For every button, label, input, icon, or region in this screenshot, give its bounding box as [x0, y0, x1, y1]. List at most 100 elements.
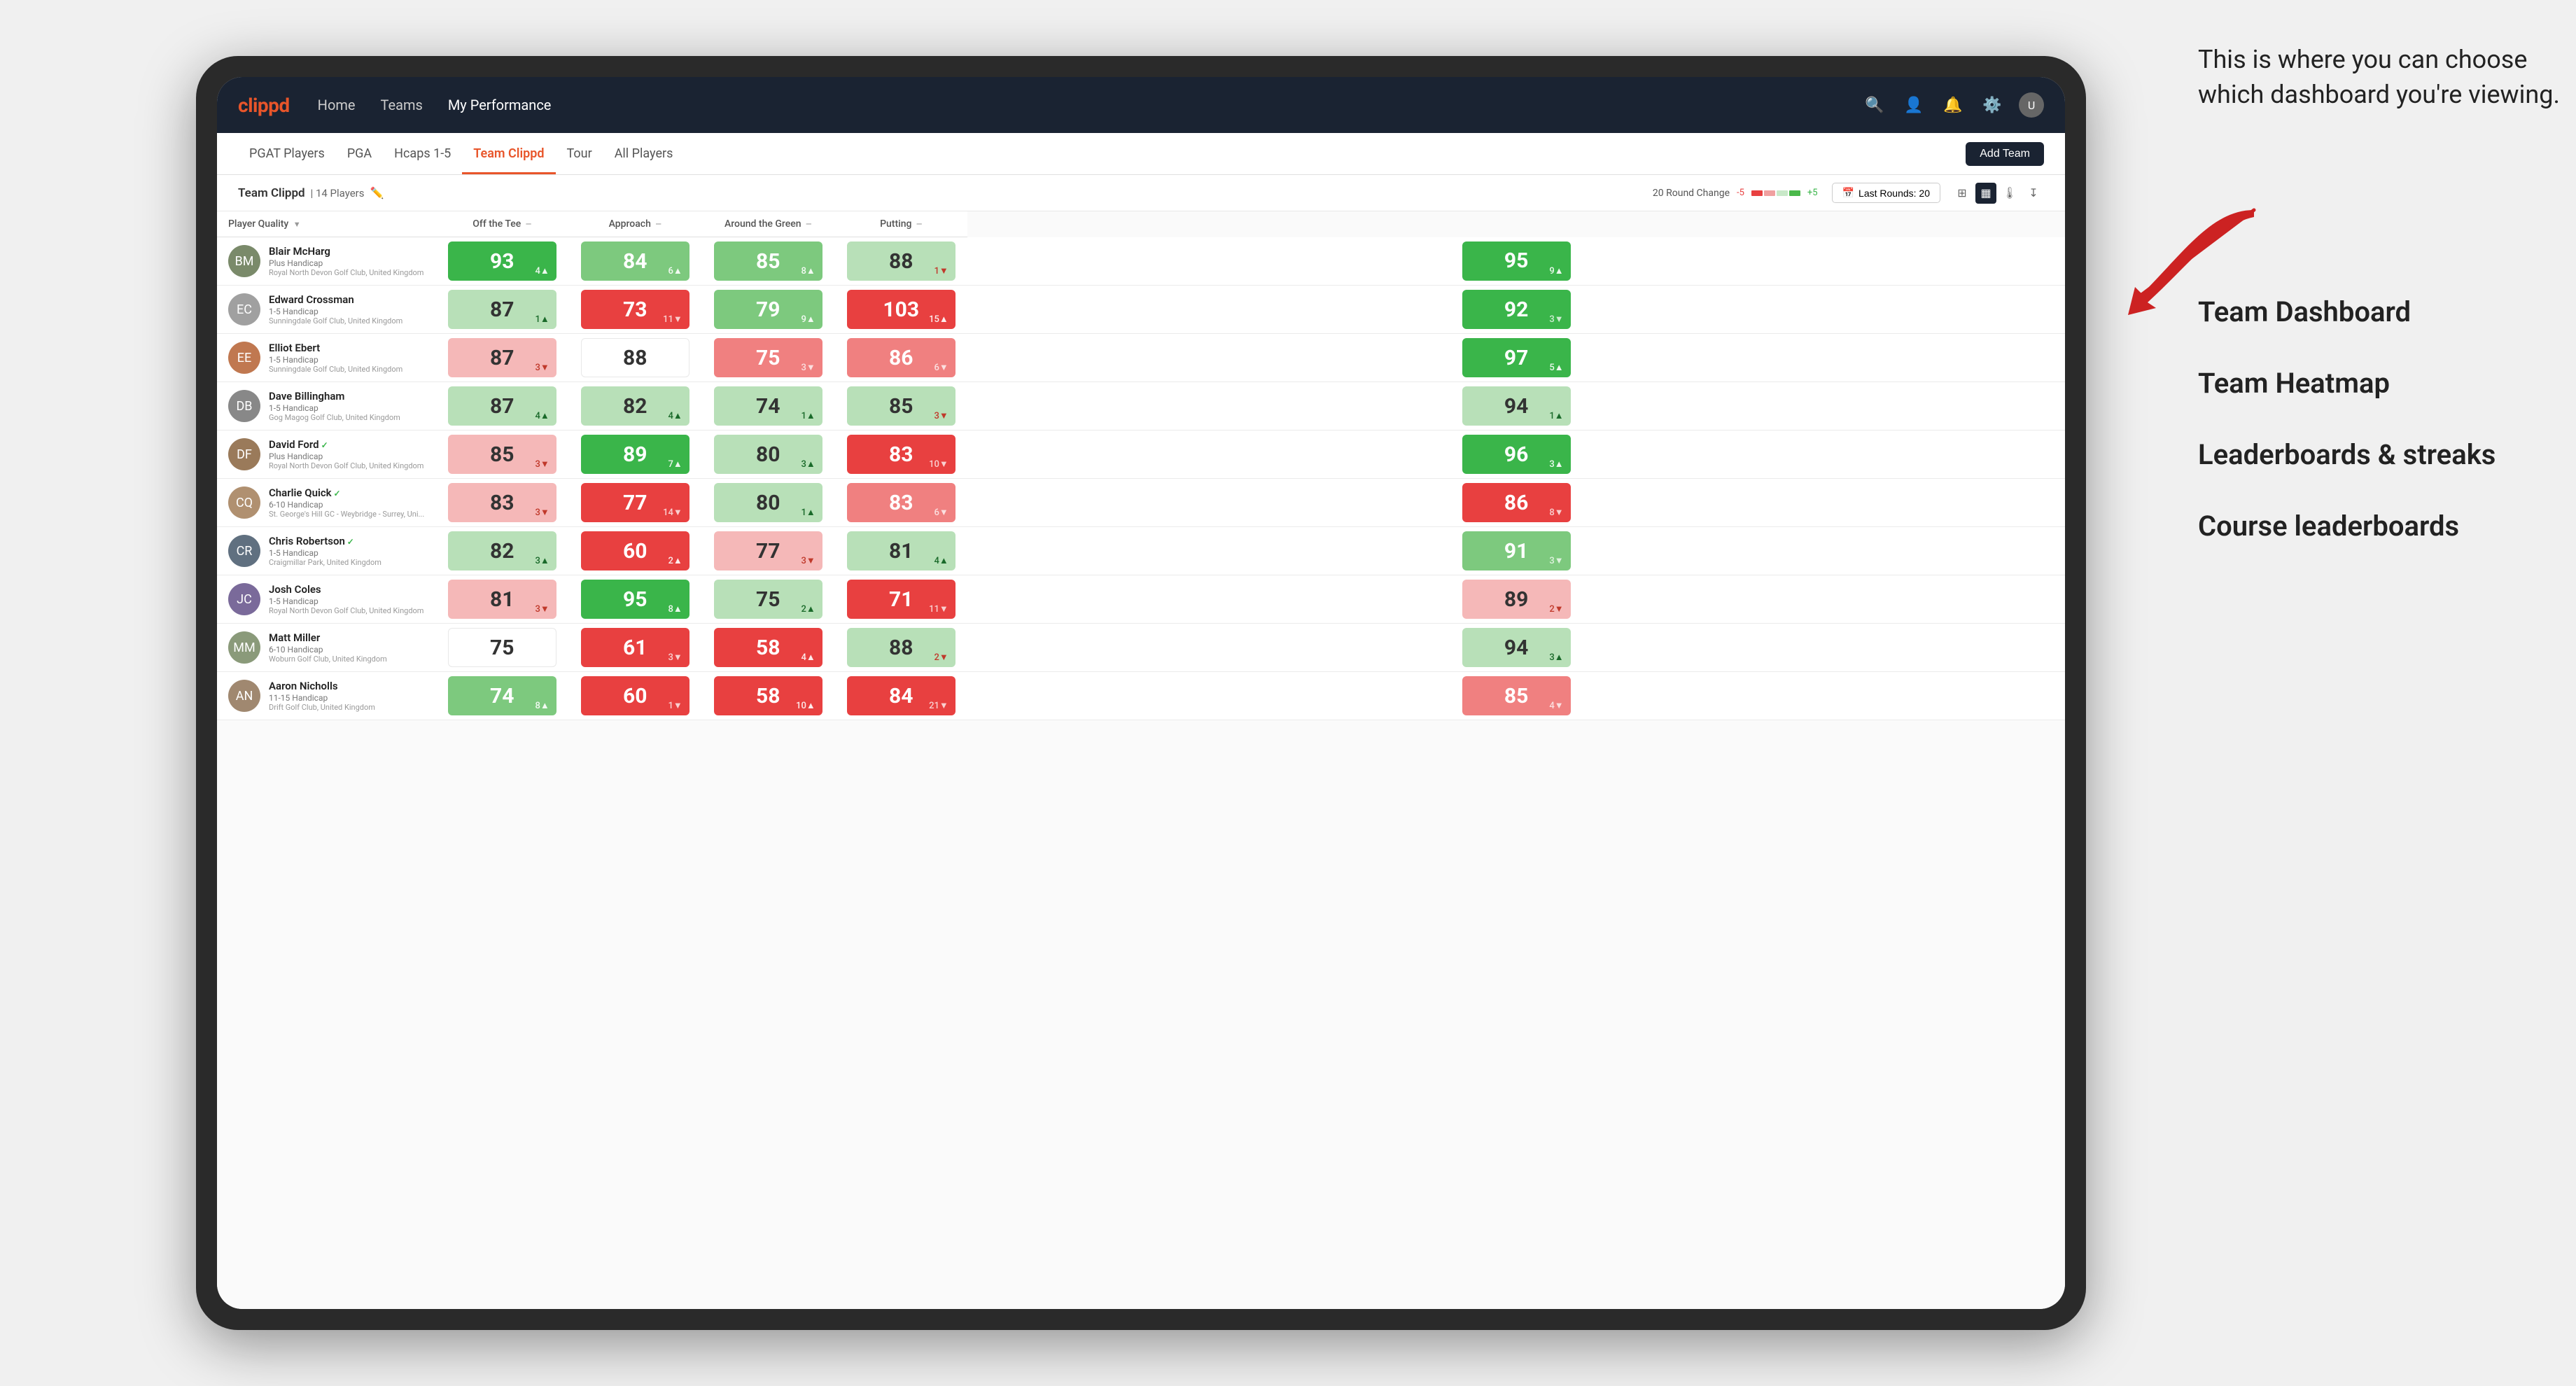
- player-cell[interactable]: DFDavid Ford ✓Plus HandicapRoyal North D…: [217, 430, 435, 479]
- nav-home[interactable]: Home: [318, 94, 356, 116]
- grid-view-button[interactable]: ⊞: [1952, 183, 1973, 204]
- score-cell-around-green[interactable]: 814▲: [834, 527, 967, 575]
- score-cell-putting[interactable]: 943▲: [967, 624, 2065, 672]
- player-cell[interactable]: ECEdward Crossman1-5 HandicapSunningdale…: [217, 286, 435, 334]
- table-row[interactable]: CRChris Robertson ✓1-5 HandicapCraigmill…: [217, 527, 2065, 575]
- score-cell-putting[interactable]: 963▲: [967, 430, 2065, 479]
- score-cell-player-quality[interactable]: 813▼: [435, 575, 568, 624]
- player-cell[interactable]: ANAaron Nicholls11-15 HandicapDrift Golf…: [217, 672, 435, 720]
- table-row[interactable]: BMBlair McHargPlus HandicapRoyal North D…: [217, 237, 2065, 286]
- score-cell-putting[interactable]: 892▼: [967, 575, 2065, 624]
- player-cell[interactable]: CQCharlie Quick ✓6-10 HandicapSt. George…: [217, 479, 435, 527]
- score-cell-player-quality[interactable]: 75: [435, 624, 568, 672]
- score-cell-off-tee[interactable]: 613▼: [568, 624, 701, 672]
- table-row[interactable]: MMMatt Miller6-10 HandicapWoburn Golf Cl…: [217, 624, 2065, 672]
- last-rounds-button[interactable]: 📅 Last Rounds: 20: [1832, 183, 1940, 203]
- score-cell-putting[interactable]: 941▲: [967, 382, 2065, 430]
- search-icon[interactable]: 🔍: [1862, 92, 1887, 118]
- settings-icon[interactable]: ⚙️: [1980, 92, 2005, 118]
- score-cell-putting[interactable]: 913▼: [967, 527, 2065, 575]
- score-cell-off-tee[interactable]: 7714▼: [568, 479, 701, 527]
- score-cell-player-quality[interactable]: 823▲: [435, 527, 568, 575]
- table-row[interactable]: EEElliot Ebert1-5 HandicapSunningdale Go…: [217, 334, 2065, 382]
- tab-pga[interactable]: PGA: [336, 133, 383, 174]
- round-change-label: 20 Round Change: [1653, 188, 1730, 199]
- col-header-off-tee[interactable]: Off the Tee —: [435, 211, 568, 237]
- player-cell[interactable]: EEElliot Ebert1-5 HandicapSunningdale Go…: [217, 334, 435, 382]
- score-cell-off-tee[interactable]: 846▲: [568, 237, 701, 286]
- score-cell-around-green[interactable]: 836▼: [834, 479, 967, 527]
- score-cell-around-green[interactable]: 881▼: [834, 237, 967, 286]
- score-cell-approach[interactable]: 753▼: [701, 334, 834, 382]
- score-cell-player-quality[interactable]: 871▲: [435, 286, 568, 334]
- col-header-approach[interactable]: Approach —: [568, 211, 701, 237]
- score-cell-approach[interactable]: 803▲: [701, 430, 834, 479]
- score-cell-around-green[interactable]: 10315▲: [834, 286, 967, 334]
- table-row[interactable]: DBDave Billingham1-5 HandicapGog Magog G…: [217, 382, 2065, 430]
- score-cell-approach[interactable]: 858▲: [701, 237, 834, 286]
- score-cell-off-tee[interactable]: 958▲: [568, 575, 701, 624]
- score-cell-around-green[interactable]: 8421▼: [834, 672, 967, 720]
- score-cell-player-quality[interactable]: 934▲: [435, 237, 568, 286]
- score-cell-player-quality[interactable]: 853▼: [435, 430, 568, 479]
- score-cell-around-green[interactable]: 7111▼: [834, 575, 967, 624]
- score-cell-putting[interactable]: 868▼: [967, 479, 2065, 527]
- score-cell-around-green[interactable]: 882▼: [834, 624, 967, 672]
- table-row[interactable]: DFDavid Ford ✓Plus HandicapRoyal North D…: [217, 430, 2065, 479]
- score-cell-approach[interactable]: 752▲: [701, 575, 834, 624]
- score-cell-off-tee[interactable]: 601▼: [568, 672, 701, 720]
- export-button[interactable]: ↧: [2023, 183, 2044, 204]
- tab-all-players[interactable]: All Players: [603, 133, 685, 174]
- player-cell[interactable]: BMBlair McHargPlus HandicapRoyal North D…: [217, 237, 435, 286]
- nav-my-performance[interactable]: My Performance: [448, 94, 552, 116]
- col-header-putting[interactable]: Putting —: [834, 211, 967, 237]
- score-cell-off-tee[interactable]: 7311▼: [568, 286, 701, 334]
- score-cell-putting[interactable]: 923▼: [967, 286, 2065, 334]
- score-cell-off-tee[interactable]: 897▲: [568, 430, 701, 479]
- score-cell-putting[interactable]: 975▲: [967, 334, 2065, 382]
- add-team-button[interactable]: Add Team: [1966, 142, 2044, 166]
- avatar[interactable]: U: [2019, 92, 2044, 118]
- bell-icon[interactable]: 🔔: [1940, 92, 1966, 118]
- score-cell-approach[interactable]: 741▲: [701, 382, 834, 430]
- edit-icon[interactable]: ✏️: [370, 186, 384, 200]
- score-cell-approach[interactable]: 799▲: [701, 286, 834, 334]
- score-cell-player-quality[interactable]: 748▲: [435, 672, 568, 720]
- list-view-button[interactable]: ▦: [1975, 183, 1996, 204]
- tab-pgat-players[interactable]: PGAT Players: [238, 133, 336, 174]
- score-cell-around-green[interactable]: 853▼: [834, 382, 967, 430]
- table-row[interactable]: ANAaron Nicholls11-15 HandicapDrift Golf…: [217, 672, 2065, 720]
- col-header-player[interactable]: Player Quality ▼: [217, 211, 435, 237]
- col-header-around-green[interactable]: Around the Green —: [701, 211, 834, 237]
- player-cell[interactable]: JCJosh Coles1-5 HandicapRoyal North Devo…: [217, 575, 435, 624]
- score-cell-around-green[interactable]: 8310▼: [834, 430, 967, 479]
- player-cell[interactable]: CRChris Robertson ✓1-5 HandicapCraigmill…: [217, 527, 435, 575]
- score-cell-off-tee[interactable]: 602▲: [568, 527, 701, 575]
- player-cell[interactable]: MMMatt Miller6-10 HandicapWoburn Golf Cl…: [217, 624, 435, 672]
- player-cell[interactable]: DBDave Billingham1-5 HandicapGog Magog G…: [217, 382, 435, 430]
- score-cell-approach[interactable]: 584▲: [701, 624, 834, 672]
- score-cell-approach[interactable]: 5810▲: [701, 672, 834, 720]
- score-value-putting: 96: [1504, 442, 1528, 467]
- score-cell-around-green[interactable]: 866▼: [834, 334, 967, 382]
- score-cell-player-quality[interactable]: 873▼: [435, 334, 568, 382]
- score-cell-approach[interactable]: 801▲: [701, 479, 834, 527]
- tab-hcaps[interactable]: Hcaps 1-5: [383, 133, 462, 174]
- score-cell-putting[interactable]: 959▲: [967, 237, 2065, 286]
- score-cell-player-quality[interactable]: 874▲: [435, 382, 568, 430]
- table-row[interactable]: CQCharlie Quick ✓6-10 HandicapSt. George…: [217, 479, 2065, 527]
- tab-team-clippd[interactable]: Team Clippd: [462, 133, 555, 174]
- score-change-putting: 3▲: [1549, 652, 1563, 663]
- score-cell-player-quality[interactable]: 833▼: [435, 479, 568, 527]
- main-content[interactable]: Player Quality ▼ Off the Tee — Approach …: [217, 211, 2065, 1309]
- score-cell-approach[interactable]: 773▼: [701, 527, 834, 575]
- score-cell-off-tee[interactable]: 88: [568, 334, 701, 382]
- profile-icon[interactable]: 👤: [1901, 92, 1926, 118]
- heatmap-view-button[interactable]: 🌡: [1999, 183, 2020, 204]
- score-cell-putting[interactable]: 854▼: [967, 672, 2065, 720]
- table-row[interactable]: ECEdward Crossman1-5 HandicapSunningdale…: [217, 286, 2065, 334]
- tab-tour[interactable]: Tour: [556, 133, 603, 174]
- table-row[interactable]: JCJosh Coles1-5 HandicapRoyal North Devo…: [217, 575, 2065, 624]
- nav-teams[interactable]: Teams: [381, 94, 423, 116]
- score-cell-off-tee[interactable]: 824▲: [568, 382, 701, 430]
